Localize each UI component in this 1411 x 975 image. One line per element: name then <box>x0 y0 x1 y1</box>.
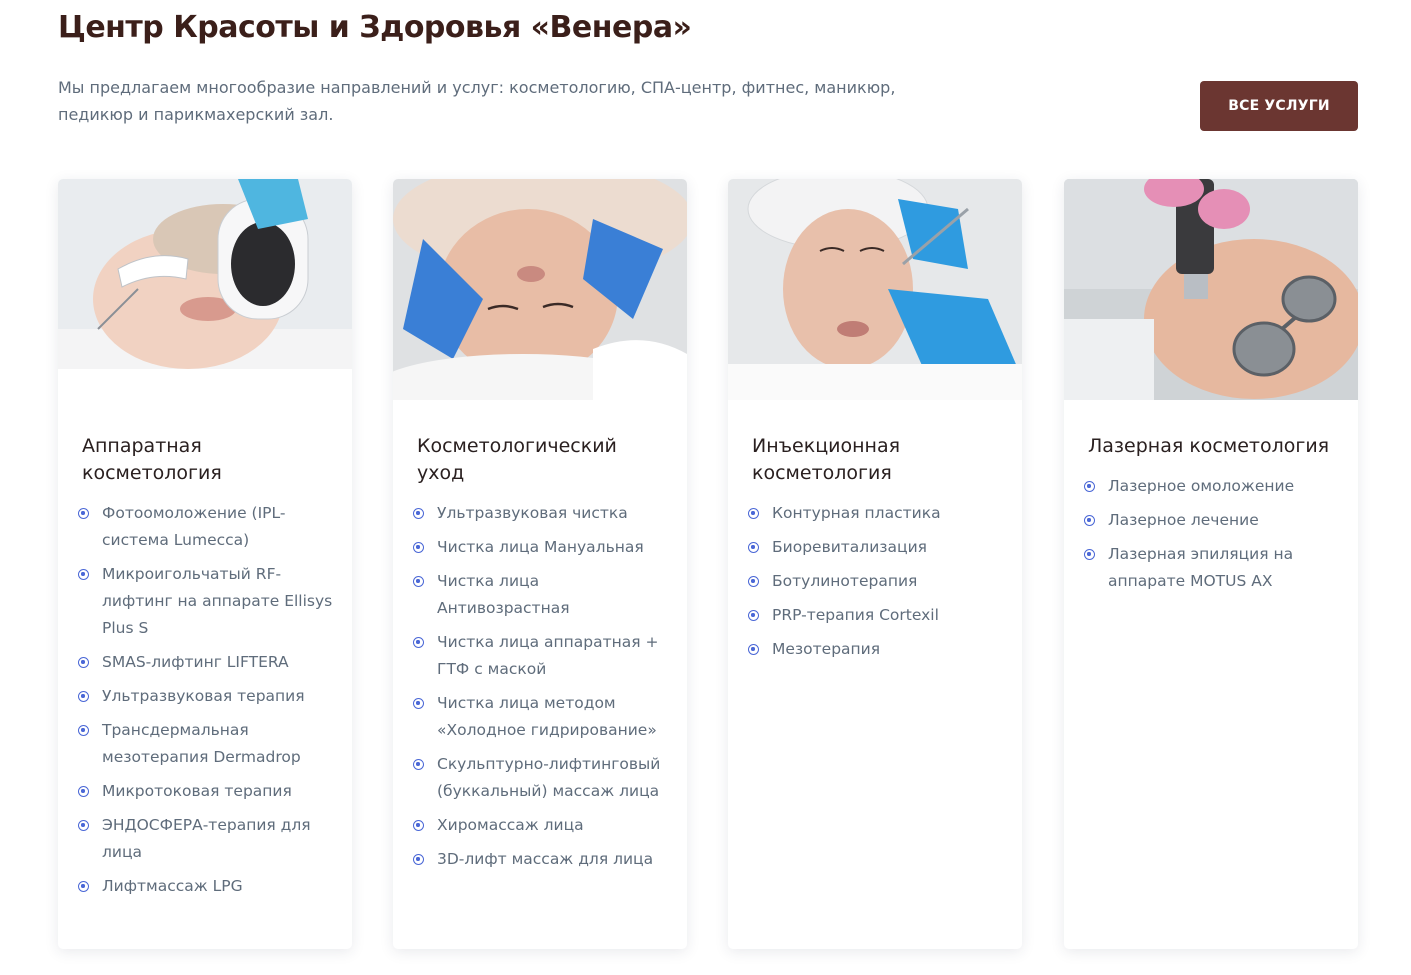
service-item-label: Микроигольчатый RF-лифтинг на аппарате E… <box>102 565 333 637</box>
bullet-icon <box>78 508 89 519</box>
bullet-icon <box>413 508 424 519</box>
service-item-label: Лазерное лечение <box>1108 511 1259 529</box>
service-card-hardware-cosmetology[interactable]: Аппаратная косметология Фотоомоложение (… <box>58 179 352 949</box>
service-item[interactable]: Лазерное лечение <box>1084 507 1340 534</box>
service-item-label: Лифтмассаж LPG <box>102 877 243 895</box>
service-item[interactable]: Ботулинотерапия <box>748 568 1004 595</box>
page-title: Центр Красоты и Здоровья «Венера» <box>58 10 692 45</box>
service-item-label: Мезотерапия <box>772 640 881 658</box>
bullet-icon <box>413 854 424 865</box>
service-item[interactable]: Чистка лица Антивозрастная <box>413 568 669 622</box>
bullet-icon <box>748 644 759 655</box>
service-item[interactable]: Чистка лица методом «Холодное гидрирован… <box>413 690 669 744</box>
service-item[interactable]: Микротоковая терапия <box>78 778 334 805</box>
service-item[interactable]: Трансдермальная мезотерапия Dermadrop <box>78 717 334 771</box>
service-item-label: Лазерная эпиляция на аппарате MOTUS AX <box>1108 545 1294 590</box>
card-image-laser-cosmetology[interactable] <box>1064 179 1358 400</box>
bullet-icon <box>1084 515 1095 526</box>
service-item[interactable]: Ультразвуковая терапия <box>78 683 334 710</box>
service-item-label: 3D-лифт массаж для лица <box>437 850 654 868</box>
bullet-icon <box>78 820 89 831</box>
service-item-label: Трансдермальная мезотерапия Dermadrop <box>102 721 301 766</box>
service-item[interactable]: Контурная пластика <box>748 500 1004 527</box>
services-list: Ультразвуковая чистка Чистка лица Мануал… <box>413 500 669 873</box>
service-item-label: SMAS-лифтинг LIFTERA <box>102 653 289 671</box>
bullet-icon <box>1084 549 1095 560</box>
service-item-label: Ультразвуковая терапия <box>102 687 305 705</box>
card-title: Аппаратная косметология <box>82 435 222 484</box>
service-item-label: Ультразвуковая чистка <box>437 504 628 522</box>
service-card-cosmetology-care[interactable]: Косметологический уход Ультразвуковая чи… <box>393 179 687 949</box>
service-item[interactable]: Биоревитализация <box>748 534 1004 561</box>
service-item[interactable]: Хиромассаж лица <box>413 812 669 839</box>
service-item[interactable]: Лифтмассаж LPG <box>78 873 334 900</box>
service-item[interactable]: PRP-терапия Cortexil <box>748 602 1004 629</box>
service-item[interactable]: SMAS-лифтинг LIFTERA <box>78 649 334 676</box>
service-item[interactable]: Чистка лица аппаратная + ГТФ с маской <box>413 629 669 683</box>
all-services-button[interactable]: ВСЕ УСЛУГИ <box>1200 81 1358 131</box>
service-item[interactable]: Ультразвуковая чистка <box>413 500 669 527</box>
bullet-icon <box>413 542 424 553</box>
service-card-laser-cosmetology[interactable]: Лазерная косметология Лазерное омоложени… <box>1064 179 1358 949</box>
bullet-icon <box>1084 481 1095 492</box>
services-list: Лазерное омоложение Лазерное лечение Лаз… <box>1084 473 1340 595</box>
services-section: Центр Красоты и Здоровья «Венера» Мы пре… <box>0 0 1411 975</box>
bullet-icon <box>748 576 759 587</box>
service-item-label: Микротоковая терапия <box>102 782 292 800</box>
service-item-label: Скульптурно-лифтинговый (буккальный) мас… <box>437 755 661 800</box>
service-item-label: PRP-терапия Cortexil <box>772 606 939 624</box>
service-item[interactable]: Лазерное омоложение <box>1084 473 1340 500</box>
bullet-icon <box>413 759 424 770</box>
service-item-label: Чистка лица Мануальная <box>437 538 644 556</box>
bullet-icon <box>78 657 89 668</box>
bullet-icon <box>748 508 759 519</box>
service-item-label: Чистка лица методом «Холодное гидрирован… <box>437 694 657 739</box>
card-image-hardware-cosmetology[interactable] <box>58 179 352 400</box>
service-item-label: Чистка лица Антивозрастная <box>437 572 570 617</box>
bullet-icon <box>78 725 89 736</box>
card-title: Инъекционная косметология <box>752 435 901 484</box>
service-item-label: Хиромассаж лица <box>437 816 584 834</box>
service-item-label: Фотоомоложение (IPL-система Lumecca) <box>102 504 286 549</box>
page-description: Мы предлагаем многообразие направлений и… <box>58 78 896 124</box>
bullet-icon <box>78 786 89 797</box>
service-item[interactable]: Фотоомоложение (IPL-система Lumecca) <box>78 500 334 554</box>
card-title: Лазерная косметология <box>1088 435 1330 457</box>
bullet-icon <box>748 542 759 553</box>
service-item-label: ЭНДОСФЕРА-терапия для лица <box>102 816 311 861</box>
bullet-icon <box>413 576 424 587</box>
service-item-label: Контурная пластика <box>772 504 941 522</box>
bullet-icon <box>78 881 89 892</box>
service-item-label: Ботулинотерапия <box>772 572 918 590</box>
bullet-icon <box>413 637 424 648</box>
service-item-label: Лазерное омоложение <box>1108 477 1295 495</box>
service-item[interactable]: Чистка лица Мануальная <box>413 534 669 561</box>
bullet-icon <box>413 820 424 831</box>
service-item[interactable]: 3D-лифт массаж для лица <box>413 846 669 873</box>
service-cards: Аппаратная косметология Фотоомоложение (… <box>58 179 1358 949</box>
service-item[interactable]: ЭНДОСФЕРА-терапия для лица <box>78 812 334 866</box>
service-item-label: Чистка лица аппаратная + ГТФ с маской <box>437 633 659 678</box>
service-card-injection-cosmetology[interactable]: Инъекционная косметология Контурная плас… <box>728 179 1022 949</box>
service-item[interactable]: Лазерная эпиляция на аппарате MOTUS AX <box>1084 541 1340 595</box>
bullet-icon <box>748 610 759 621</box>
card-image-injection-cosmetology[interactable] <box>728 179 1022 400</box>
bullet-icon <box>413 698 424 709</box>
service-item-label: Биоревитализация <box>772 538 927 556</box>
bullet-icon <box>78 569 89 580</box>
service-item[interactable]: Мезотерапия <box>748 636 1004 663</box>
services-list: Фотоомоложение (IPL-система Lumecca) Мик… <box>78 500 334 900</box>
service-item[interactable]: Микроигольчатый RF-лифтинг на аппарате E… <box>78 561 334 642</box>
bullet-icon <box>78 691 89 702</box>
services-list: Контурная пластика Биоревитализация Боту… <box>748 500 1004 663</box>
card-title: Косметологический уход <box>417 435 617 484</box>
card-image-cosmetology-care[interactable] <box>393 179 687 400</box>
service-item[interactable]: Скульптурно-лифтинговый (буккальный) мас… <box>413 751 669 805</box>
